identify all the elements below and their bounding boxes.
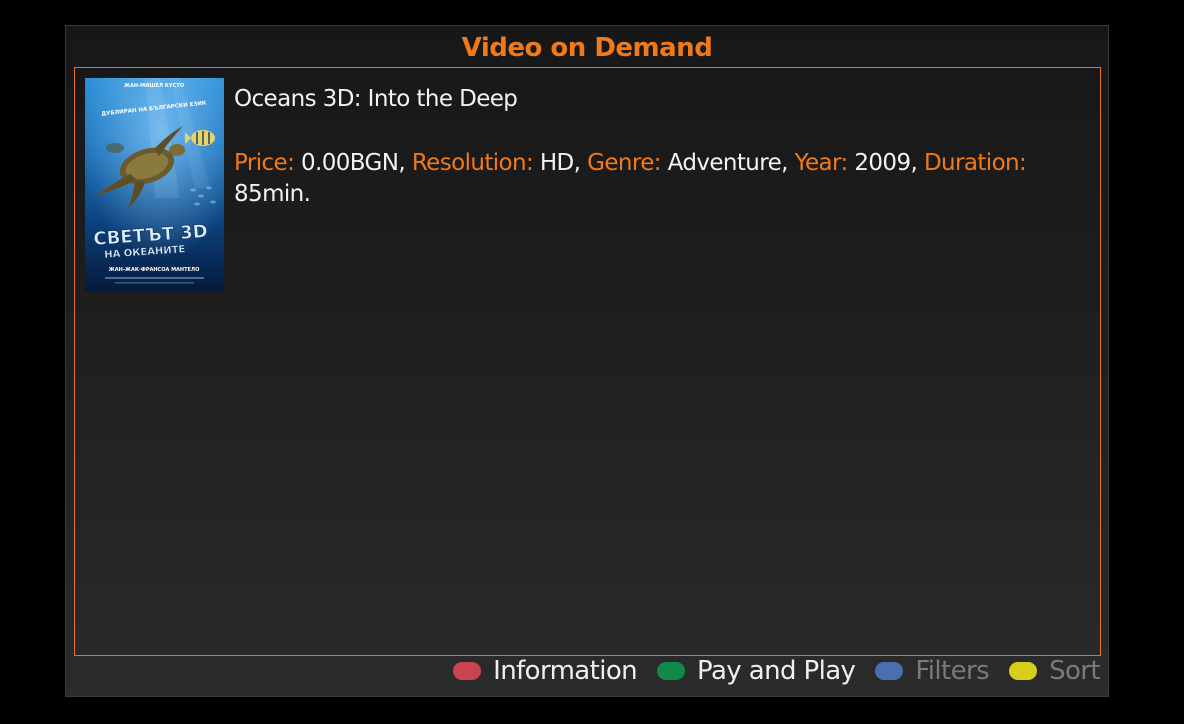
sort-label: Sort — [1049, 656, 1101, 686]
genre-value: Adventure, — [660, 150, 795, 176]
red-key-icon — [453, 662, 482, 680]
year-label: Year: — [794, 150, 849, 176]
pay-and-play-label: Pay and Play — [697, 656, 856, 686]
year-value: 2009, — [847, 150, 924, 176]
resolution-label: Resolution: — [411, 150, 534, 176]
price-label: Price: — [234, 150, 295, 176]
information-button[interactable]: Information — [453, 656, 638, 686]
filters-button[interactable]: Filters — [875, 656, 990, 686]
poster-image: ЖАН-МИШЕЛ КУСТО ДУБЛИРАН НА БЪЛГАРСКИ ЕЗ… — [85, 78, 224, 291]
duration-value: 85min. — [234, 181, 311, 207]
duration-label: Duration: — [923, 150, 1027, 176]
information-label: Information — [493, 656, 638, 686]
pay-and-play-button[interactable]: Pay and Play — [657, 656, 856, 686]
page-title: Video on Demand — [461, 33, 713, 63]
svg-text:ЖАН-ЖАК·ФРАНСОА МАНТЕЛО: ЖАН-ЖАК·ФРАНСОА МАНТЕЛО — [109, 267, 200, 273]
resolution-value: HD, — [533, 150, 588, 176]
price-value: 0.00BGN, — [294, 150, 412, 176]
genre-label: Genre: — [587, 150, 661, 176]
screen: Video on Demand ЖАН-МИШЕЛ КУСТО ДУБЛИРАН… — [0, 0, 1184, 724]
movie-details: Price: 0.00BGN, Resolution: HD, Genre: A… — [234, 148, 1094, 210]
movie-title: Oceans 3D: Into the Deep — [234, 86, 518, 112]
color-key-footer: Information Pay and Play Filters Sort — [453, 654, 1101, 688]
content-frame: ЖАН-МИШЕЛ КУСТО ДУБЛИРАН НА БЪЛГАРСКИ ЕЗ… — [74, 67, 1101, 656]
sort-button[interactable]: Sort — [1009, 656, 1101, 686]
movie-poster[interactable]: ЖАН-МИШЕЛ КУСТО ДУБЛИРАН НА БЪЛГАРСКИ ЕЗ… — [85, 78, 224, 291]
yellow-key-icon — [1009, 662, 1038, 680]
filters-label: Filters — [915, 656, 990, 686]
blue-key-icon — [875, 662, 904, 680]
vod-panel: Video on Demand ЖАН-МИШЕЛ КУСТО ДУБЛИРАН… — [65, 25, 1109, 697]
svg-text:ЖАН-МИШЕЛ КУСТО: ЖАН-МИШЕЛ КУСТО — [124, 83, 184, 89]
green-key-icon — [657, 662, 686, 680]
